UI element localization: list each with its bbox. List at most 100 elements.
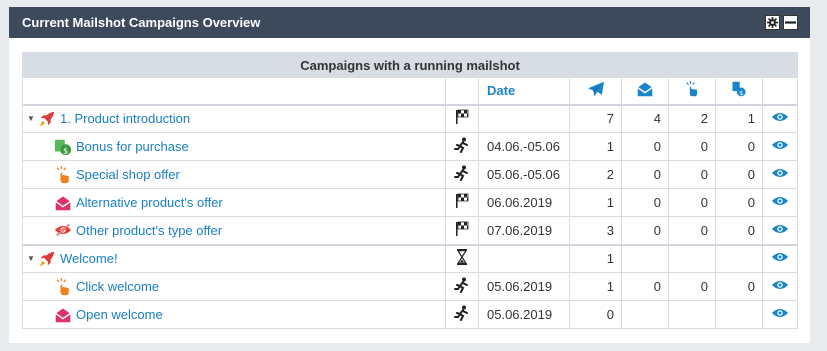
table-row: $ Bonus for purchase 04.06.-05.06 1 0 0 … [22, 132, 799, 161]
campaign-date: 05.06.-05.06 [478, 160, 570, 189]
rocket-icon [38, 250, 56, 268]
sent-count: 0 [569, 300, 622, 329]
envelope-open-icon [54, 194, 72, 212]
campaign-date [478, 243, 570, 273]
sent-count: 7 [569, 104, 622, 133]
envelope-open-icon [621, 77, 669, 106]
campaign-link[interactable]: Special shop offer [76, 167, 180, 182]
converted-count [715, 300, 763, 329]
campaign-link[interactable]: Bonus for purchase [76, 139, 189, 154]
paper-plane-icon [569, 77, 622, 106]
campaign-link[interactable]: 1. Product introduction [60, 111, 190, 126]
collapse-caret-icon[interactable]: ▼ [27, 254, 35, 263]
minimize-icon[interactable] [783, 15, 798, 30]
status-running-icon [445, 160, 479, 189]
svg-text:$: $ [739, 89, 743, 97]
col-view-header [761, 77, 799, 106]
campaign-date: 07.06.2019 [478, 216, 570, 245]
converted-count: 0 [715, 132, 763, 161]
click-icon [668, 77, 716, 106]
conversion-icon: $ [715, 77, 763, 106]
click-hand-icon [54, 277, 72, 296]
status-waiting-icon [445, 243, 479, 273]
table-row: ▼ Welcome! 1 [22, 243, 799, 273]
campaign-date: 05.06.2019 [478, 272, 570, 301]
opened-count [621, 243, 669, 273]
svg-text:$: $ [63, 145, 68, 155]
view-eye-icon[interactable] [771, 167, 789, 179]
opened-count: 0 [621, 272, 669, 301]
clicked-count: 0 [668, 160, 716, 189]
clicked-count: 2 [668, 104, 716, 133]
table-caption: Campaigns with a running mailshot [21, 52, 799, 78]
status-finished-icon [445, 188, 479, 217]
converted-count: 1 [715, 104, 763, 133]
sent-count: 1 [569, 188, 622, 217]
clicked-count: 0 [668, 216, 716, 245]
table-row: Other product's type offer 07.06.2019 3 … [22, 216, 799, 245]
clicked-count [668, 243, 716, 273]
opened-count: 4 [621, 104, 669, 133]
campaign-link[interactable]: Click welcome [76, 279, 159, 294]
clicked-count: 0 [668, 188, 716, 217]
status-running-icon [445, 132, 479, 161]
col-date-header[interactable]: Date [478, 77, 570, 106]
campaign-link[interactable]: Welcome! [60, 251, 118, 266]
opened-count [621, 300, 669, 329]
opened-count: 0 [621, 188, 669, 217]
campaign-date: 05.06.2019 [478, 300, 570, 329]
sent-count: 1 [569, 243, 622, 273]
header-tools [765, 15, 798, 30]
campaigns-widget: Current Mailshot Campaigns Overview Camp… [9, 7, 810, 343]
converted-count: 0 [715, 216, 763, 245]
converted-count: 0 [715, 188, 763, 217]
view-eye-icon[interactable] [771, 223, 789, 235]
status-finished-icon [445, 104, 479, 133]
campaign-link[interactable]: Open welcome [76, 307, 163, 322]
converted-count: 0 [715, 272, 763, 301]
opened-count: 0 [621, 216, 669, 245]
opened-count: 0 [621, 160, 669, 189]
view-eye-icon[interactable] [771, 195, 789, 207]
click-hand-icon [54, 165, 72, 184]
campaign-date: 06.06.2019 [478, 188, 570, 217]
col-status-header [445, 77, 479, 106]
view-eye-icon[interactable] [771, 279, 789, 291]
view-eye-icon[interactable] [771, 139, 789, 151]
table-row: Click welcome 05.06.2019 1 0 0 0 [22, 272, 799, 301]
clicked-count: 0 [668, 132, 716, 161]
gear-icon[interactable] [765, 15, 780, 30]
view-eye-icon[interactable] [771, 111, 789, 123]
campaign-date [478, 104, 570, 133]
sent-count: 1 [569, 132, 622, 161]
widget-header: Current Mailshot Campaigns Overview [9, 7, 810, 38]
status-running-icon [445, 272, 479, 301]
sent-count: 1 [569, 272, 622, 301]
table-row: Open welcome 05.06.2019 0 [22, 300, 799, 329]
widget-title: Current Mailshot Campaigns Overview [22, 15, 261, 30]
campaign-date: 04.06.-05.06 [478, 132, 570, 161]
view-eye-icon[interactable] [771, 251, 789, 263]
envelope-open-icon [54, 306, 72, 324]
sent-count: 3 [569, 216, 622, 245]
rocket-icon [38, 110, 56, 128]
eye-crossed-icon [54, 221, 72, 239]
view-eye-icon[interactable] [771, 307, 789, 319]
campaign-link[interactable]: Other product's type offer [76, 223, 222, 238]
status-running-icon [445, 300, 479, 329]
bonus-money-icon: $ [54, 138, 72, 156]
clicked-count: 0 [668, 272, 716, 301]
converted-count: 0 [715, 160, 763, 189]
status-finished-icon [445, 216, 479, 245]
clicked-count [668, 300, 716, 329]
table-row: Special shop offer 05.06.-05.06 2 0 0 0 [22, 160, 799, 189]
table-row: ▼ 1. Product introduction 7 4 2 1 [22, 104, 799, 133]
sent-count: 2 [569, 160, 622, 189]
campaign-link[interactable]: Alternative product's offer [76, 195, 223, 210]
table-row: Alternative product's offer 06.06.2019 1… [22, 188, 799, 217]
col-name-header [22, 77, 446, 106]
campaigns-table-wrap: Campaigns with a running mailshot Date $… [21, 52, 799, 329]
opened-count: 0 [621, 132, 669, 161]
converted-count [715, 243, 763, 273]
collapse-caret-icon[interactable]: ▼ [27, 114, 35, 123]
